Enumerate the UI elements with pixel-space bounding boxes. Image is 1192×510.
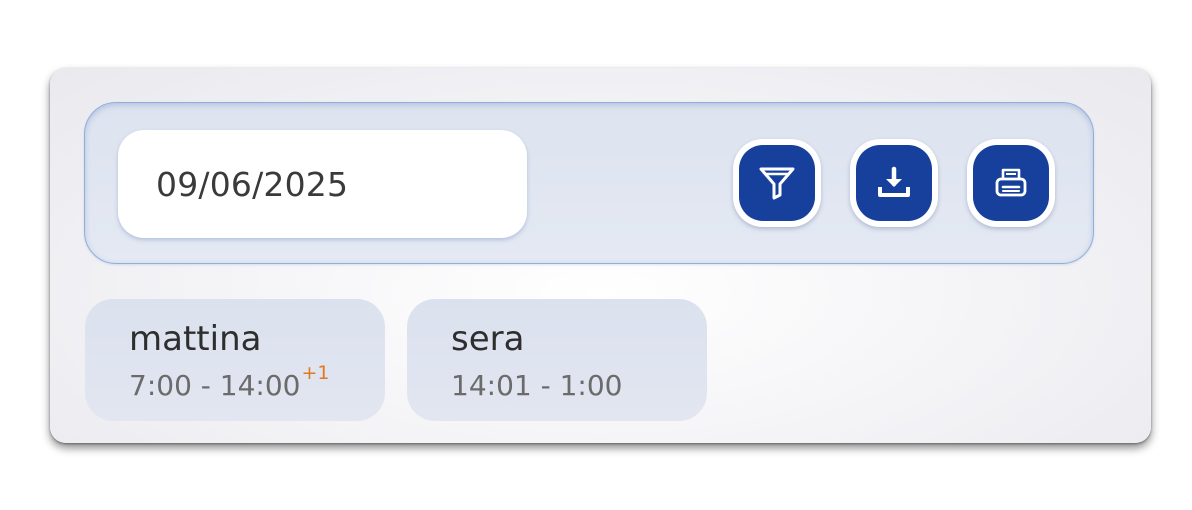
next-day-marker: +1: [301, 362, 330, 384]
toolbar: 09/06/2025: [84, 102, 1094, 264]
print-button-face[interactable]: [973, 145, 1049, 221]
download-icon: [878, 166, 910, 197]
date-input[interactable]: 09/06/2025: [118, 130, 527, 238]
filter-icon: [759, 167, 795, 200]
shift-name: sera: [451, 319, 525, 359]
download-button-face[interactable]: [856, 145, 932, 221]
shift-card-mattina[interactable]: mattina 7:00 - 14:00+1: [85, 299, 385, 421]
shift-panel-card: 09/06/2025 mattina 7:00 - 14:00+1 sera 1…: [50, 68, 1151, 443]
print-icon: [995, 168, 1027, 197]
shift-time-range: 14:01 - 1:00: [451, 369, 622, 402]
shift-time-text: 14:01 - 1:00: [451, 369, 623, 402]
shift-name: mattina: [129, 319, 262, 359]
date-input-value: 09/06/2025: [156, 164, 349, 204]
shift-time-range: 7:00 - 14:00+1: [129, 362, 330, 402]
shift-card-sera[interactable]: sera 14:01 - 1:00: [407, 299, 707, 421]
filter-button-face[interactable]: [739, 145, 815, 221]
filter-button[interactable]: [733, 139, 821, 227]
download-button[interactable]: [850, 139, 938, 227]
print-button[interactable]: [967, 139, 1055, 227]
shift-time-text: 7:00 - 14:00: [129, 369, 301, 402]
